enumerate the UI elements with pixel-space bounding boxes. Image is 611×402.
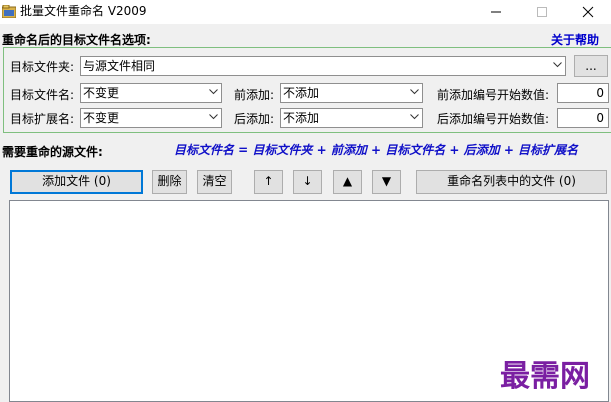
window-title: 批量文件重命名 V2009 <box>20 4 147 18</box>
source-heading: 需要重命的源文件: <box>2 145 103 159</box>
suffix-num-input[interactable]: 0 <box>557 108 609 128</box>
chevron-down-icon <box>209 114 218 120</box>
rename-files-button[interactable]: 重命名列表中的文件 (0) <box>416 170 607 194</box>
delete-button[interactable]: 删除 <box>152 170 187 194</box>
target-name-value: 不变更 <box>83 86 120 100</box>
maximize-button[interactable] <box>519 0 565 24</box>
minimize-icon <box>491 11 501 13</box>
suffix-num-label: 后添加编号开始数值: <box>437 112 550 126</box>
chevron-down-icon <box>410 114 419 120</box>
target-ext-select[interactable]: 不变更 <box>80 108 222 128</box>
maximize-icon <box>537 7 547 17</box>
browse-folder-button[interactable]: ... <box>574 55 608 77</box>
options-heading: 重命名后的目标文件名选项: <box>2 33 151 47</box>
move-up-button[interactable]: ↑ <box>254 170 283 194</box>
prefix-num-input[interactable]: 0 <box>557 83 609 103</box>
target-folder-select[interactable]: 与源文件相同 <box>80 56 566 76</box>
folder-app-icon <box>1 4 17 19</box>
suffix-label: 后添加: <box>234 112 275 126</box>
clear-button[interactable]: 清空 <box>197 170 232 194</box>
target-name-label: 目标文件名: <box>10 88 75 102</box>
chevron-down-icon <box>410 89 419 95</box>
prefix-select[interactable]: 不添加 <box>280 83 423 103</box>
target-ext-value: 不变更 <box>83 111 120 125</box>
close-button[interactable] <box>565 0 611 24</box>
target-ext-label: 目标扩展名: <box>10 112 75 126</box>
minimize-button[interactable] <box>473 0 519 24</box>
prefix-label: 前添加: <box>234 88 275 102</box>
move-down-button[interactable]: ↓ <box>293 170 322 194</box>
target-name-select[interactable]: 不变更 <box>80 83 222 103</box>
target-folder-value: 与源文件相同 <box>83 59 156 73</box>
add-files-button[interactable]: 添加文件 (0) <box>10 170 143 194</box>
watermark-text: 最需网 <box>500 359 590 394</box>
move-top-button[interactable]: ▲ <box>333 170 362 194</box>
chevron-down-icon <box>553 62 562 68</box>
prefix-value: 不添加 <box>283 86 320 100</box>
chevron-down-icon <box>209 89 218 95</box>
help-link[interactable]: 关于帮助 <box>551 31 599 48</box>
suffix-select[interactable]: 不添加 <box>280 108 423 128</box>
suffix-value: 不添加 <box>283 111 320 125</box>
title-bar: 批量文件重命名 V2009 <box>0 0 611 24</box>
prefix-num-label: 前添加编号开始数值: <box>437 88 550 102</box>
move-bottom-button[interactable]: ▼ <box>372 170 401 194</box>
close-icon <box>582 6 594 18</box>
naming-formula: 目标文件名 = 目标文件夹 + 前添加 + 目标文件名 + 后添加 + 目标扩展… <box>174 143 579 157</box>
target-folder-label: 目标文件夹: <box>10 60 75 74</box>
